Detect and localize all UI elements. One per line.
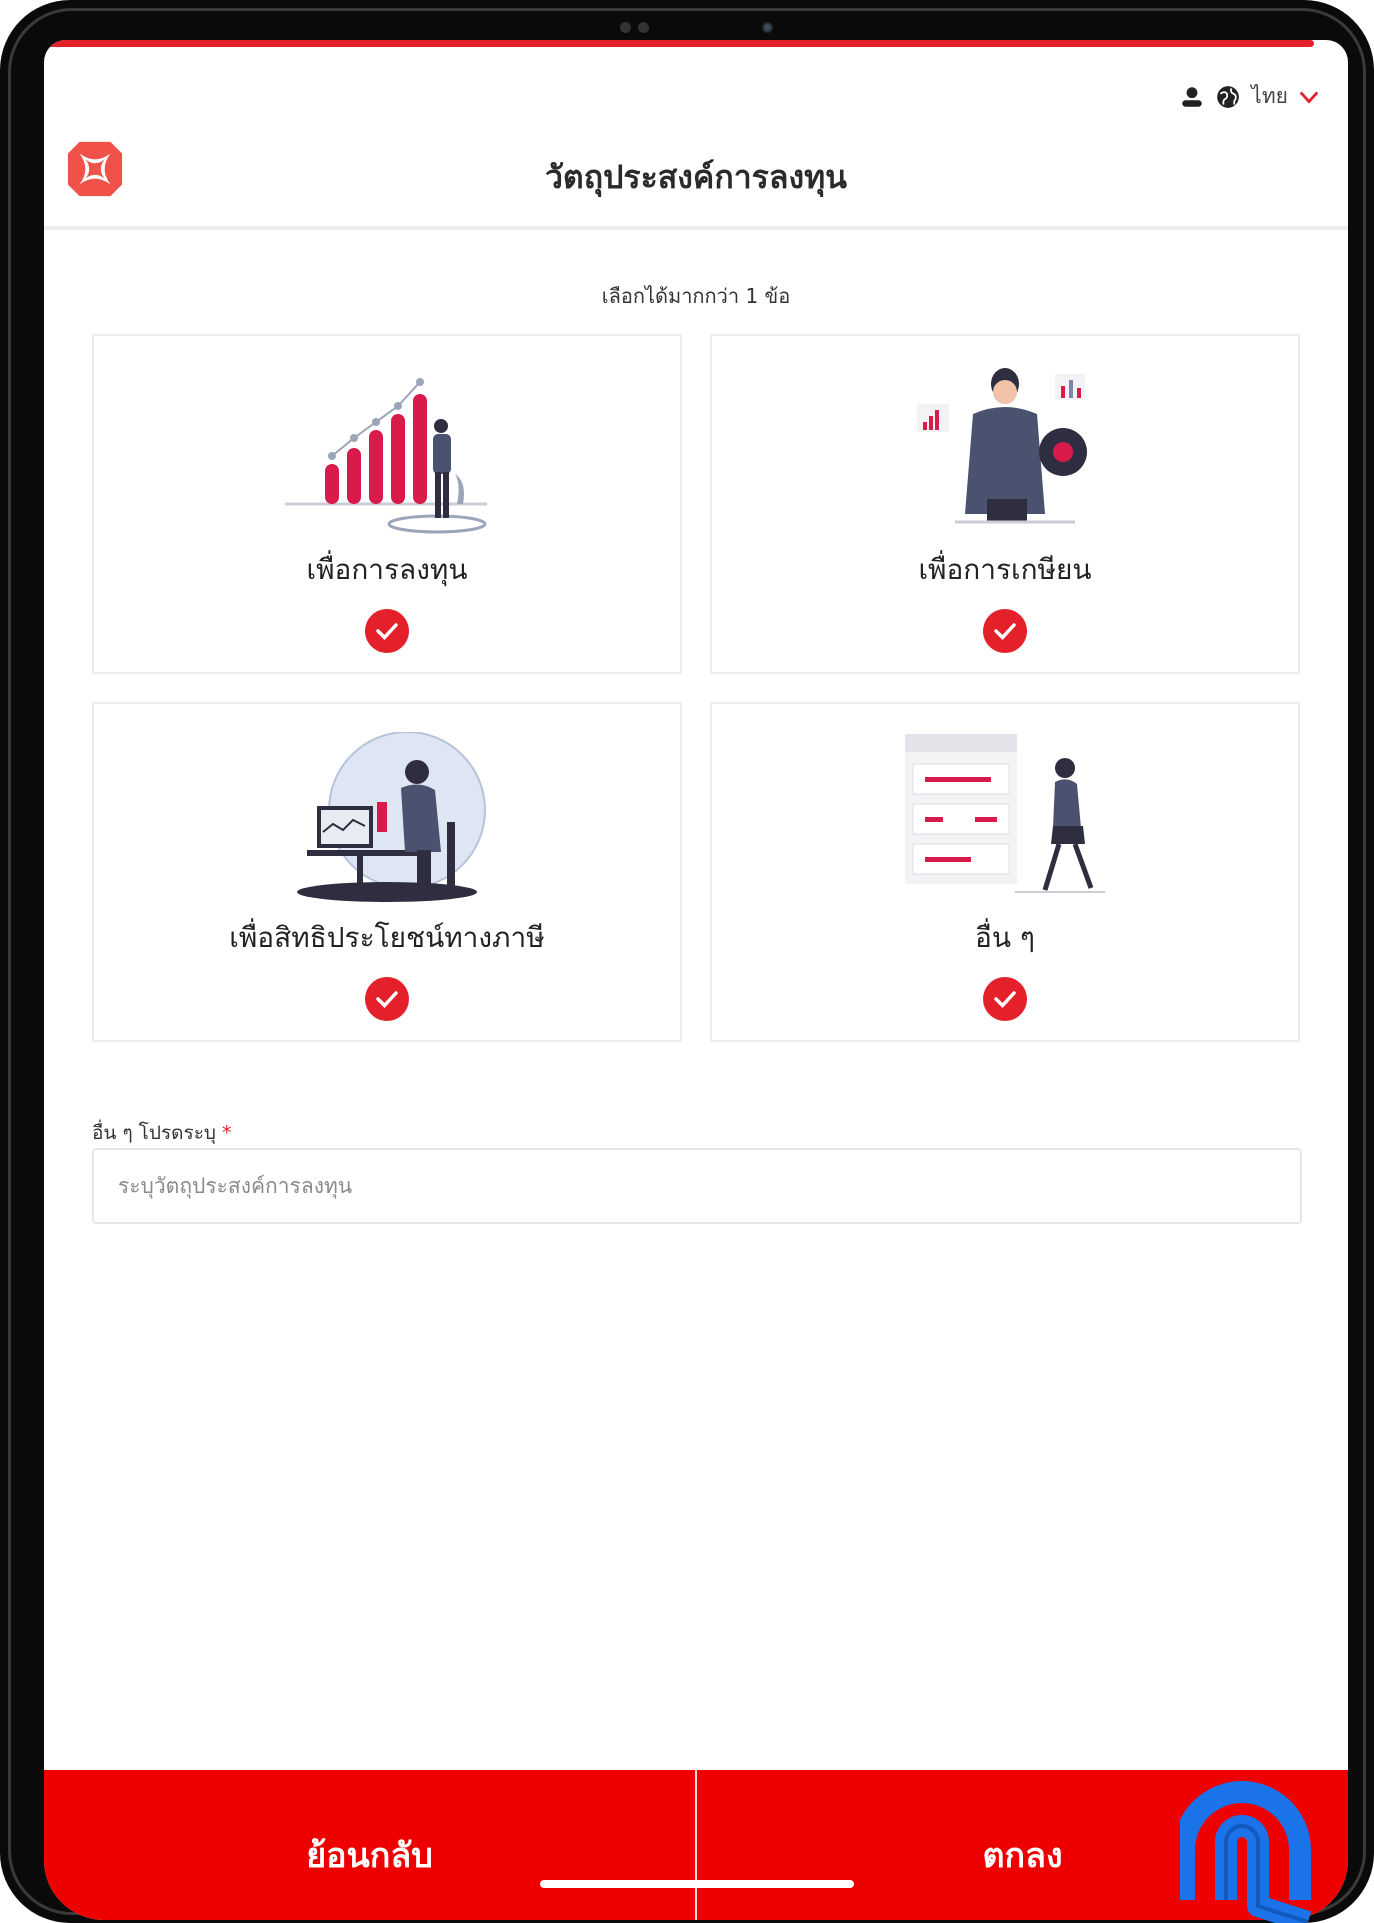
top-accent-line [44, 40, 1314, 47]
checkmark-icon[interactable] [983, 977, 1027, 1021]
option-card-other[interactable]: อื่น ๆ [710, 702, 1300, 1042]
app-screen: ไทย วัตถุประสงค์การลงทุน เลือกได้มากกว่า… [44, 40, 1348, 1920]
camera-area [620, 18, 820, 38]
page-title: วัตถุประสงค์การลงทุน [544, 158, 848, 196]
woman-with-list-illustration [905, 734, 1105, 893]
globe-icon[interactable] [1215, 84, 1241, 110]
chevron-down-icon[interactable] [1298, 86, 1320, 108]
back-button[interactable]: ย้อนกลับ [44, 1770, 695, 1920]
required-mark: * [222, 1122, 232, 1144]
man-with-charts-illustration [917, 368, 1087, 524]
tablet-frame: ไทย วัตถุประสงค์การลงทุน เลือกได้มากกว่า… [0, 0, 1374, 1923]
button-divider [695, 1770, 697, 1920]
option-card-retirement[interactable]: เพื่อการเกษียน [710, 334, 1300, 674]
header-divider [44, 226, 1348, 230]
selection-hint: เลือกได้มากกว่า 1 ข้อ [601, 284, 791, 308]
checkmark-icon[interactable] [983, 609, 1027, 653]
bottom-action-bar: ย้อนกลับ ตกลง [44, 1770, 1348, 1920]
other-purpose-input[interactable] [92, 1148, 1302, 1224]
option-label: อื่น ๆ [975, 921, 1035, 954]
other-field-label: อื่น ๆ โปรดระบุ * [92, 1118, 232, 1148]
home-indicator [540, 1880, 854, 1888]
person-at-desk-illustration [297, 732, 486, 902]
option-card-investment[interactable]: เพื่อการลงทุน [92, 334, 682, 674]
touch-pointer-icon [1180, 1781, 1312, 1923]
checkmark-icon[interactable] [365, 977, 409, 1021]
checkmark-icon[interactable] [365, 609, 409, 653]
option-card-tax-benefit[interactable]: เพื่อสิทธิประโยชน์ทางภาษี [92, 702, 682, 1042]
option-label: เพื่อสิทธิประโยชน์ทางภาษี [229, 921, 545, 954]
option-label: เพื่อการเกษียน [918, 553, 1092, 586]
user-icon[interactable] [1179, 84, 1205, 110]
language-label[interactable]: ไทย [1251, 80, 1288, 113]
utility-bar: ไทย [1179, 80, 1320, 113]
growth-chart-illustration [285, 378, 487, 534]
option-label: เพื่อการลงทุน [306, 553, 468, 586]
other-field-label-text: อื่น ๆ โปรดระบุ [92, 1122, 216, 1144]
